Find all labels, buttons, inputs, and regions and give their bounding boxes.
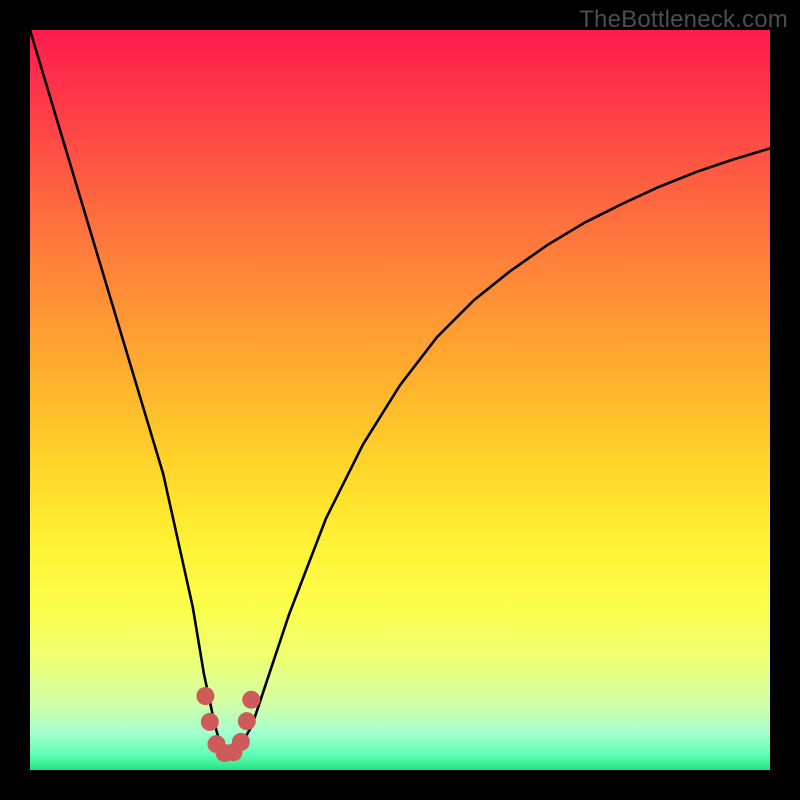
marker-dot <box>201 713 219 731</box>
marker-dot <box>196 687 214 705</box>
outer-frame: TheBottleneck.com <box>0 0 800 800</box>
bottom-marker-cluster <box>196 687 260 762</box>
marker-dot <box>238 712 256 730</box>
chart-svg <box>30 30 770 770</box>
curve-path <box>30 30 770 755</box>
watermark-text: TheBottleneck.com <box>579 6 788 34</box>
marker-dot <box>242 691 260 709</box>
plot-area <box>30 30 770 770</box>
marker-dot <box>232 733 250 751</box>
